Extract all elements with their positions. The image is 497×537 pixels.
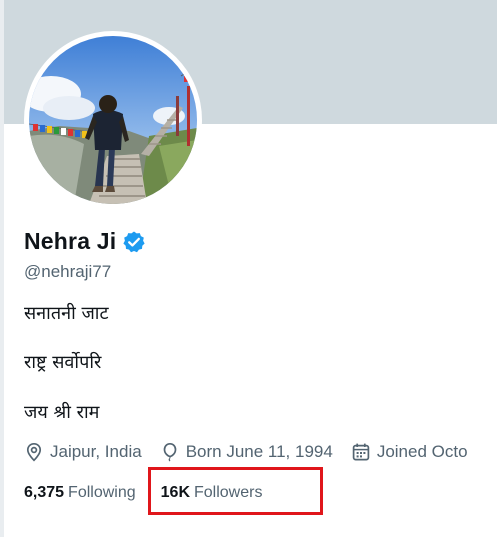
- name-row: Nehra Ji: [24, 228, 146, 255]
- bio-line: सनातनी जाट: [24, 303, 109, 324]
- avatar-photo: [29, 36, 197, 204]
- following-link[interactable]: 6,375 Following: [24, 484, 136, 502]
- avatar[interactable]: [29, 36, 197, 204]
- joined-item: Joined Octo: [351, 442, 468, 462]
- calendar-icon: [352, 443, 370, 461]
- verified-badge-icon[interactable]: [122, 230, 146, 254]
- following-label: Following: [68, 484, 136, 501]
- bio-line: राष्ट्र सर्वोपरि: [24, 352, 102, 373]
- balloon-icon: [163, 442, 177, 462]
- bio-line: जय श्री राम: [24, 402, 100, 423]
- following-count: 6,375: [24, 484, 65, 501]
- joined-text: Joined Octo: [376, 442, 468, 461]
- profile-meta-row: Jaipur, India Born June 11, 1994 Joined …: [24, 442, 486, 462]
- location-pin-icon: [26, 442, 42, 462]
- birthday-item: Born June 11, 1994: [160, 442, 333, 462]
- highlight-box: [148, 467, 323, 515]
- profile-card: Nehra Ji @nehraji77 सनातनी जाट राष्ट्र स…: [4, 0, 497, 537]
- display-name: Nehra Ji: [24, 228, 117, 254]
- location-item: Jaipur, India: [24, 442, 142, 462]
- birthday-text: Born June 11, 1994: [185, 442, 333, 461]
- location-text: Jaipur, India: [50, 442, 142, 461]
- username-handle: @nehraji77: [24, 262, 112, 281]
